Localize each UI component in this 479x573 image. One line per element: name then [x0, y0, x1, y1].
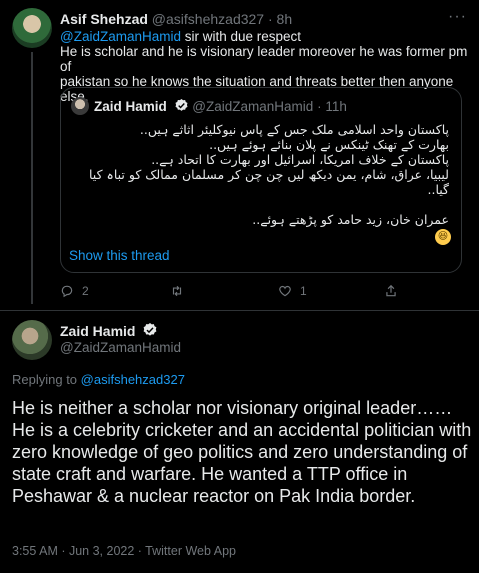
reply-count: 2: [82, 284, 89, 298]
quoted-author-name: Zaid Hamid: [94, 99, 167, 114]
share-icon: [386, 284, 396, 297]
avatar[interactable]: [12, 320, 52, 360]
tweet-timestamp[interactable]: 3:55 AM · Jun 3, 2022 · Twitter Web App: [12, 544, 236, 558]
main-author-name[interactable]: Zaid Hamid: [60, 322, 158, 339]
quoted-tweet-text: پاکستان واحد اسلامی ملک جس کے پاس نیوکلی…: [89, 122, 449, 227]
tweet-actions: 2 1: [60, 284, 460, 302]
retweet-button[interactable]: [170, 284, 192, 298]
like-button[interactable]: 1: [278, 284, 307, 298]
more-options-icon[interactable]: ···: [448, 8, 467, 26]
reply-tweet-header: Asif Shehzad @asifshehzad327 · 8h: [60, 11, 293, 27]
tweet-time[interactable]: 8h: [277, 11, 293, 27]
reply-tweet[interactable]: Asif Shehzad @asifshehzad327 · 8h ··· @Z…: [0, 0, 479, 310]
author-handle[interactable]: @asifshehzad327: [152, 11, 264, 27]
quoted-avatar: [71, 97, 89, 115]
replying-to: Replying to @asifshehzad327: [12, 372, 185, 387]
avatar[interactable]: [12, 8, 52, 48]
thread-connector-line: [31, 52, 33, 304]
verified-badge-icon: [175, 98, 188, 111]
quoted-tweet-header: Zaid Hamid @ZaidZamanHamid · 11h: [94, 98, 347, 114]
mention-link[interactable]: @ZaidZamanHamid: [60, 29, 181, 44]
main-author-handle[interactable]: @ZaidZamanHamid: [60, 340, 181, 355]
show-thread-link[interactable]: Show this thread: [69, 248, 170, 263]
author-name[interactable]: Asif Shehzad: [60, 11, 148, 27]
divider: [0, 310, 479, 311]
reply-icon: [61, 285, 73, 298]
replying-to-link[interactable]: @asifshehzad327: [81, 372, 185, 387]
heart-icon: [279, 285, 291, 297]
main-tweet-text: He is neither a scholar nor visionary or…: [12, 398, 472, 506]
grinning-emoji-icon: 😆: [435, 229, 451, 245]
retweet-icon: [172, 285, 182, 297]
like-count: 1: [300, 284, 307, 298]
share-button[interactable]: [384, 284, 398, 298]
verified-badge-icon: [143, 323, 157, 336]
quoted-tweet-time: 11h: [325, 99, 347, 114]
quoted-tweet[interactable]: Zaid Hamid @ZaidZamanHamid · 11h پاکستان…: [60, 87, 462, 273]
reply-button[interactable]: 2: [60, 284, 89, 298]
quoted-author-handle: @ZaidZamanHamid: [192, 99, 314, 114]
